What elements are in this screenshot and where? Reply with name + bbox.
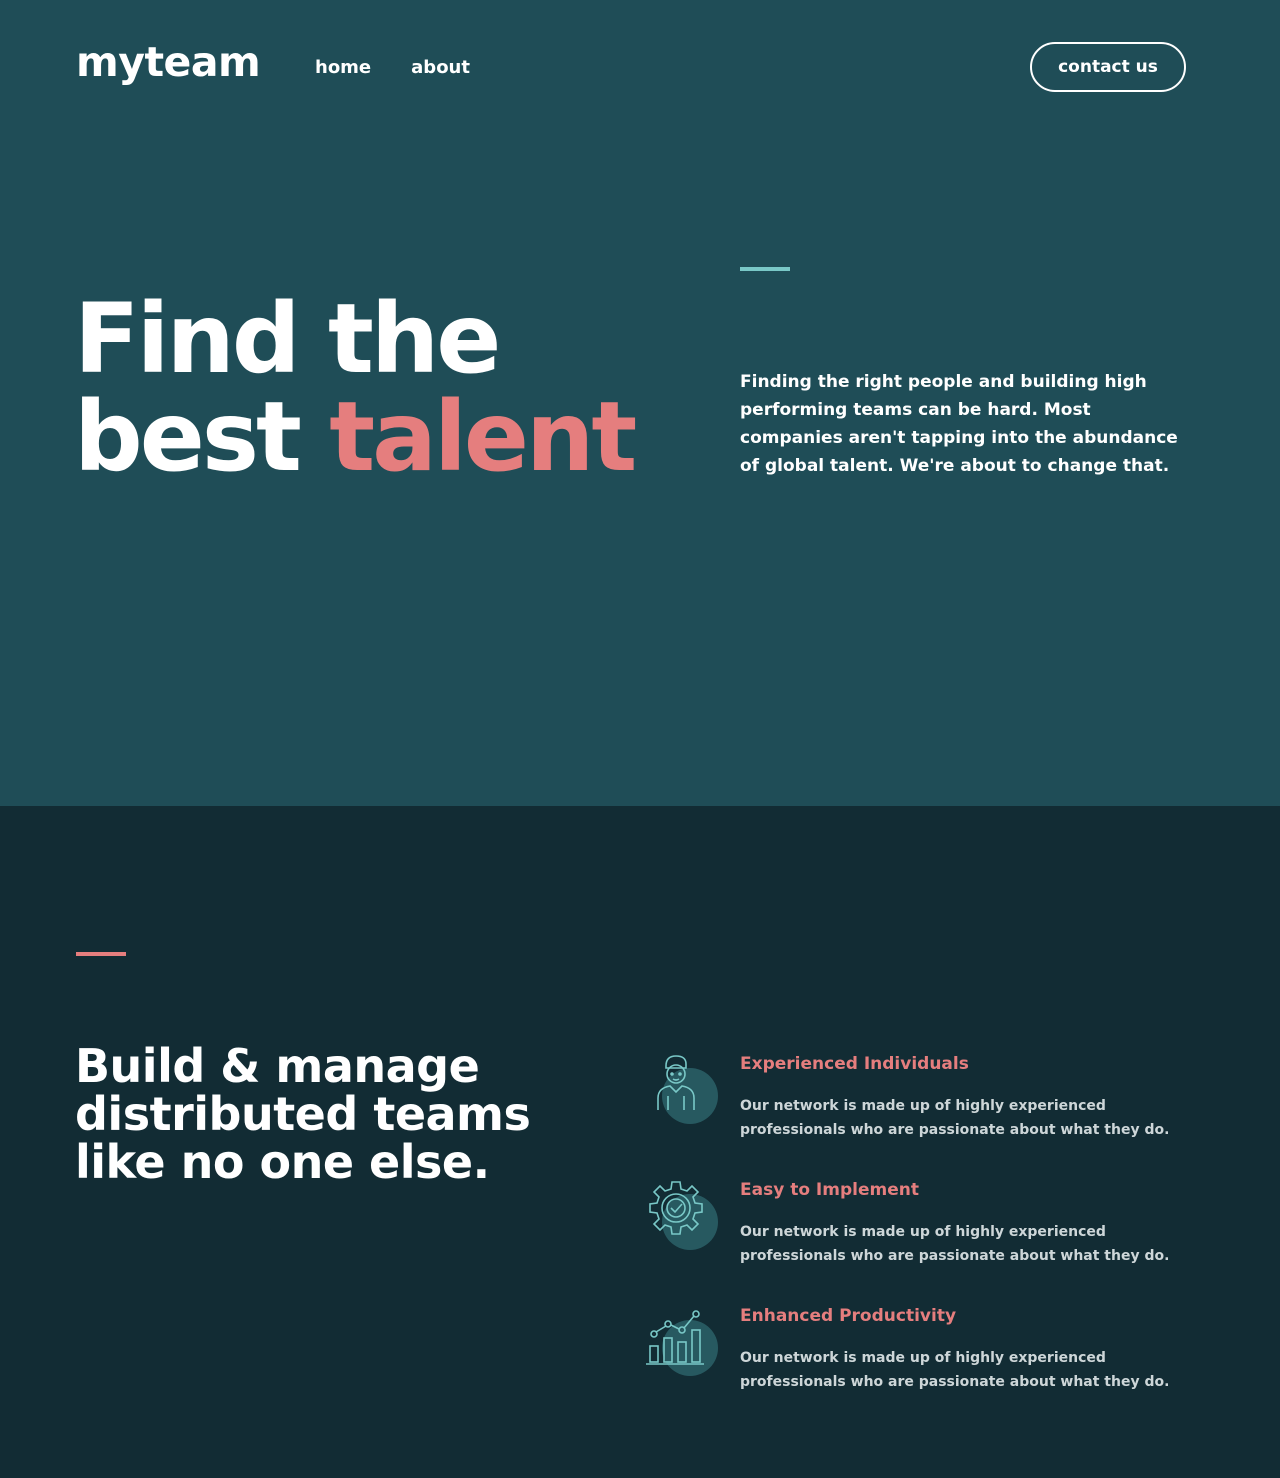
feature-text-implement: Our network is made up of highly experie… xyxy=(740,1224,1170,1264)
feature-text-experienced: Our network is made up of highly experie… xyxy=(740,1098,1170,1138)
hero-description: Finding the right people and building hi… xyxy=(740,372,1178,476)
nav-link-home[interactable]: home xyxy=(315,56,371,80)
nav-link-about[interactable]: about xyxy=(411,56,470,80)
main-nav: home about xyxy=(315,56,470,80)
features-section: Build & manage distributed teams like no… xyxy=(0,806,1280,1478)
contact-us-button[interactable]: contact us xyxy=(1030,42,1186,92)
logo[interactable]: myteam xyxy=(76,38,261,86)
gear-check-icon xyxy=(640,1178,730,1268)
feature-item-experienced: Experienced Individuals Our network is m… xyxy=(640,1052,1200,1152)
features-heading: Build & manage distributed teams like no… xyxy=(75,1039,531,1189)
feature-item-implement: Easy to Implement Our network is made up… xyxy=(640,1178,1200,1278)
feature-text-productivity: Our network is made up of highly experie… xyxy=(740,1350,1170,1390)
hero-divider xyxy=(740,267,790,271)
growth-chart-icon xyxy=(640,1304,730,1394)
hero-title: Find the best talent xyxy=(74,290,637,486)
hero-title-line2: best xyxy=(74,381,330,493)
feature-title-implement: Easy to Implement xyxy=(740,1180,919,1200)
person-icon xyxy=(640,1052,730,1142)
features-divider xyxy=(76,952,126,956)
feature-title-productivity: Enhanced Productivity xyxy=(740,1306,957,1326)
feature-item-productivity: Enhanced Productivity Our network is mad… xyxy=(640,1304,1200,1404)
hero-section: myteam home about contact us Find the be… xyxy=(0,0,1280,806)
feature-title-experienced: Experienced Individuals xyxy=(740,1054,969,1074)
hero-title-line1: Find the xyxy=(74,283,501,395)
hero-title-accent: talent xyxy=(329,381,637,493)
